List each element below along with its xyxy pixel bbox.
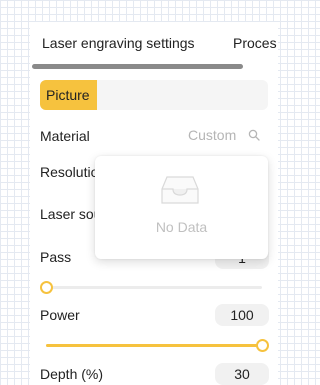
tab-process[interactable]: Proces: [233, 35, 277, 51]
tab-laser-engraving-settings[interactable]: Laser engraving settings: [42, 35, 195, 51]
power-slider[interactable]: [46, 339, 269, 352]
tab-bar: Laser engraving settings Proces: [30, 22, 278, 68]
search-icon[interactable]: [248, 129, 260, 141]
power-value-input[interactable]: 100: [215, 304, 269, 326]
depth-value-input[interactable]: 30: [215, 363, 269, 385]
material-select-value[interactable]: Custom: [188, 127, 236, 143]
power-label: Power: [40, 307, 80, 323]
mode-option-picture[interactable]: Picture: [40, 80, 97, 110]
pass-slider[interactable]: [39, 281, 262, 294]
mode-selector[interactable]: Picture: [40, 80, 268, 110]
material-dropdown: No Data: [95, 156, 268, 259]
material-label: Material: [40, 128, 90, 144]
power-slider-thumb[interactable]: [255, 339, 269, 352]
power-slider-fill: [46, 344, 262, 347]
empty-state-text: No Data: [155, 219, 208, 235]
pass-slider-thumb[interactable]: [39, 281, 53, 294]
depth-label: Depth (%): [40, 366, 104, 382]
pass-label: Pass: [40, 249, 72, 265]
tab-scrollbar[interactable]: [32, 64, 243, 69]
empty-inbox-icon: [161, 176, 199, 204]
